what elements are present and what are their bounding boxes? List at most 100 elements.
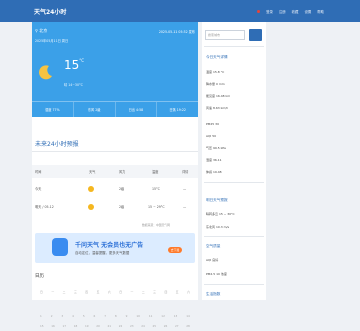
calendar-cell[interactable]: 22 [119,324,123,328]
stat-sunrise: 日出 4:58 [116,102,158,117]
calendar-cell[interactable]: 17 [63,324,67,328]
calendar-weekday-row: 日一二三四五六日一二三四五六 [32,287,198,297]
calendar-cell: 六 [107,290,111,294]
location-name: 北京 [39,28,48,33]
calendar-cell: 日 [40,290,43,294]
row-temp: 15°C [152,186,160,191]
calendar-cell[interactable]: 4 [72,314,74,318]
calendar-cell[interactable]: 23 [130,324,134,328]
search-input[interactable]: 搜索城市 [205,30,245,40]
calendar-cell: 五 [175,290,179,294]
calendar-cell[interactable]: 12 [161,314,165,318]
life-index-title: 生活指数 [206,292,221,296]
calendar-cell[interactable]: 7 [104,314,106,318]
temperature-range: 晴 14~30°C [64,83,83,87]
calendar-cell[interactable]: 20 [96,324,100,328]
top-nav: 登录 注册 收藏 设置 帮助 [257,9,324,14]
hourly-title: 未来24小时预报 [32,140,198,152]
calendar-cell: 四 [85,290,89,294]
calendar-date-row: 1 2 3 4 5 6 7 8 9 10 11 12 13 14 [32,311,198,321]
calendar-cell[interactable]: 18 [74,324,78,328]
calendar-cell[interactable]: 8 [115,314,117,318]
calendar-cell[interactable]: 11 [149,314,153,318]
calendar-cell[interactable]: 16 [51,324,55,328]
nav-settings[interactable]: 设置 [304,9,311,14]
nav-help[interactable]: 帮助 [317,9,324,14]
main-content: ⚲ 北京 2025年05月11日 周日 2025-05-11 05:32 发布 … [32,22,198,328]
calendar-cell[interactable]: 1 [40,314,42,318]
sidebar: 搜索城市 今日天气详情 温度 15.8 °C 降水量 0 mm 能见度 16.4… [202,22,266,300]
calendar: 日一二三四五六日一二三四五六 1 2 3 4 5 6 7 8 9 10 11 12 13 14 15 16 1… [32,287,198,331]
today-detail-item: 能见度 16.48 km [206,94,231,98]
site-logo[interactable]: 天气24小时 [34,7,66,16]
weather-stats: 湿度 77% 东风 2级 日出 4:58 日落 19:22 [32,101,198,117]
table-row[interactable]: 明天 / 05-12 2级 15 ~ 29°C — [32,200,198,213]
calendar-cell[interactable]: 6 [94,314,96,318]
row-wind: 2级 [119,205,125,209]
nav-favorite[interactable]: 收藏 [292,9,299,14]
location-pin-icon: ⚲ [35,28,38,33]
calendar-cell: 日 [119,290,122,294]
calendar-cell[interactable]: 15 [40,324,44,328]
calendar-cell[interactable]: 21 [108,324,112,328]
tomorrow-item: 东北风 10.3 m/s [206,225,230,229]
tomorrow-item: 晴转多云 15 ~ 30°C [206,212,235,216]
calendar-cell[interactable]: 27 [175,324,179,328]
calendar-cell[interactable]: 5 [83,314,85,318]
calendar-cell[interactable]: 28 [186,324,190,328]
calendar-cell[interactable]: 14 [186,314,190,318]
row-detail[interactable]: — [183,187,186,191]
calendar-cell: 一 [130,290,134,294]
app-ad-banner[interactable]: 千问天气 无会员也无广告 自动定位，温馨提醒，更多天气数据 去下载 [35,233,195,263]
stat-sunset: 日落 19:22 [169,108,186,112]
calendar-cell: 四 [164,290,168,294]
calendar-cell[interactable]: 25 [153,324,157,328]
calendar-cell[interactable]: 19 [85,324,89,328]
tomorrow-title: 明日天气预报 [206,198,228,202]
col-detail: 详情 [182,170,189,174]
table-row[interactable]: 今天 2级 15°C — [32,182,198,195]
stat-wind: 东风 2级 [74,102,116,117]
calendar-cell[interactable]: 3 [61,314,63,318]
today-detail-item: 风速 8.63 km/h [206,106,229,110]
current-temperature: 15°C [64,58,85,72]
calendar-cell: 二 [141,290,145,294]
nav-login[interactable]: 登录 [266,9,273,14]
calendar-cell: 一 [51,290,55,294]
calendar-cell[interactable]: 2 [51,314,53,318]
top-header: 天气24小时 登录 注册 收藏 设置 帮助 [0,0,360,22]
today-detail-item: 湿度 36.11 [206,158,222,162]
app-icon [52,238,68,256]
calendar-date-row: 15 16 17 18 19 20 21 22 23 24 25 26 27 28 [32,321,198,331]
calendar-cell[interactable]: 26 [164,324,168,328]
location[interactable]: ⚲ 北京 [35,28,47,34]
air-quality-item: AQI 良好 [206,258,219,262]
moon-icon [39,65,52,80]
row-wind: 2级 [119,187,125,191]
search-button[interactable] [249,29,262,41]
today-detail-item: PM25 30 [206,122,219,126]
calendar-cell[interactable]: 10 [136,314,140,318]
divider [204,46,264,47]
update-time: 2025-05-11 05:32 发布 [158,30,195,34]
calendar-cell: 二 [62,290,66,294]
row-time: 今天 [35,187,42,191]
today-detail-item: 降水量 0 mm [206,82,225,86]
notification-dot-icon [257,10,261,13]
col-time: 时间 [35,170,42,174]
calendar-cell[interactable]: 9 [126,314,128,318]
calendar-title: 日历 [35,274,44,279]
calendar-cell: 五 [96,290,100,294]
air-quality-title: 空气质量 [206,244,221,248]
calendar-cell: 三 [153,290,156,294]
nav-register[interactable]: 注册 [279,9,286,14]
today-detail-item: AQI 50 [206,134,217,138]
hourly-table-header: 时间 天气 风力 温度 详情 [32,165,198,178]
calendar-cell[interactable]: 13 [174,314,178,318]
air-quality-item: PM2.5 10 浓度 [206,272,227,276]
calendar-cell[interactable]: 24 [141,324,145,328]
row-time: 明天 / 05-12 [35,205,54,209]
row-detail[interactable]: — [183,205,186,209]
calendar-cell: 六 [187,290,190,294]
ad-download-button[interactable]: 去下载 [168,247,182,253]
